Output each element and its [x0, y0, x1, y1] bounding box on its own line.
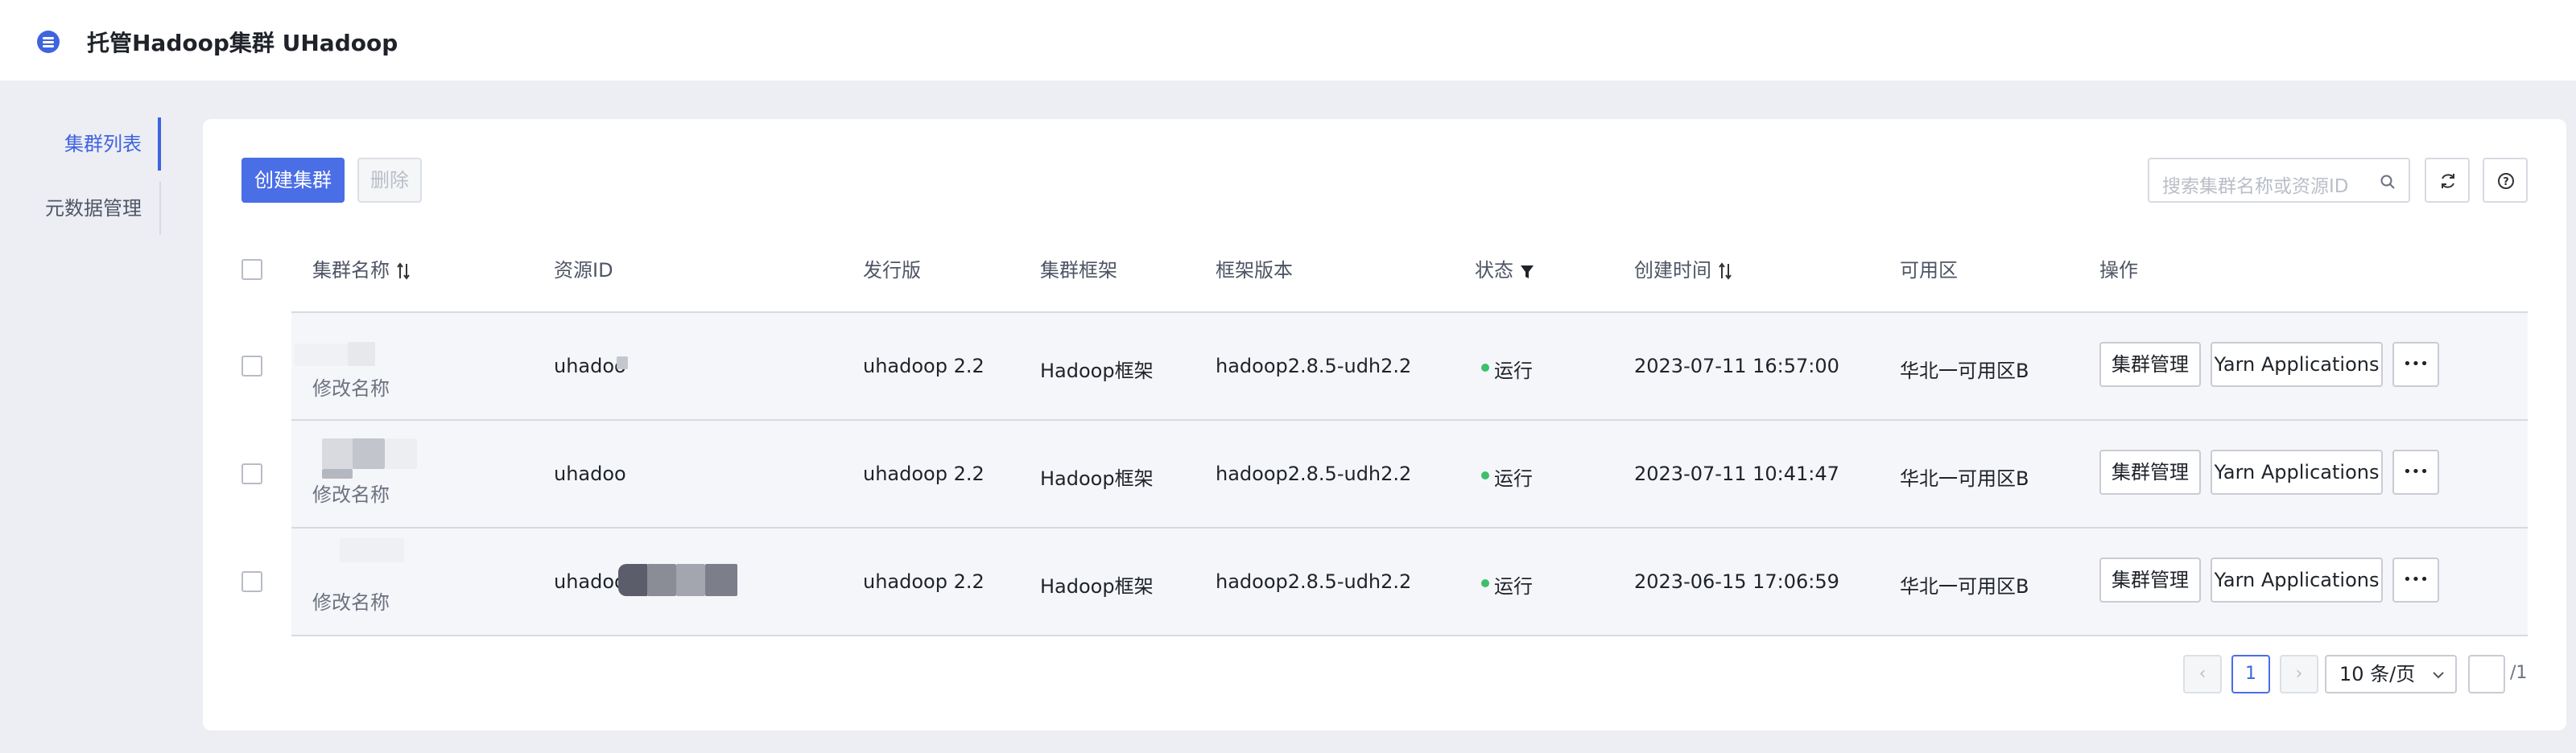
more-button[interactable]: •••: [2392, 558, 2439, 603]
table-row: 修改名称 uhadoo uhadoop 2.2 Hadoop框架 hadoop2…: [291, 313, 2528, 421]
sort-icon[interactable]: [1718, 262, 1732, 280]
more-button[interactable]: •••: [2392, 450, 2439, 495]
framework: Hadoop框架: [1040, 467, 1154, 490]
column-header-status[interactable]: 状态: [1475, 254, 1534, 286]
chevron-down-icon: [2433, 672, 2444, 679]
page-jump-input[interactable]: [2468, 655, 2505, 693]
select-all-checkbox[interactable]: [242, 259, 262, 280]
row-checkbox[interactable]: [242, 356, 262, 376]
framework-version: hadoop2.8.5-udh2.2: [1216, 570, 1412, 593]
status-text: 运行: [1494, 575, 1533, 598]
column-header-actions: 操作: [2099, 259, 2138, 282]
release: uhadoop 2.2: [863, 355, 985, 377]
uhadoop-logo-icon: [37, 31, 60, 53]
release: uhadoop 2.2: [863, 463, 985, 485]
filter-icon[interactable]: [1520, 264, 1534, 280]
sort-icon[interactable]: [396, 262, 411, 280]
redacted-name: [340, 538, 404, 562]
zone: 华北一可用区B: [1900, 575, 2029, 598]
column-header-created[interactable]: 创建时间: [1634, 254, 1732, 286]
app-title: 托管Hadoop集群 UHadoop: [87, 30, 398, 56]
created-time: 2023-07-11 16:57:00: [1634, 355, 1839, 377]
page-size-label: 10 条/页: [2339, 663, 2416, 685]
total-pages: /1: [2510, 663, 2528, 683]
framework-version: hadoop2.8.5-udh2.2: [1216, 355, 1412, 377]
search-placeholder: 搜索集群名称或资源ID: [2162, 176, 2349, 197]
column-header-release: 发行版: [863, 259, 921, 282]
prev-page-button[interactable]: ‹: [2183, 655, 2222, 693]
column-header-framework-version: 框架版本: [1216, 259, 1293, 282]
rename-link[interactable]: 修改名称: [312, 479, 390, 507]
status-dot: [1481, 471, 1489, 479]
cluster-manage-button[interactable]: 集群管理: [2099, 558, 2201, 603]
column-header-zone: 可用区: [1900, 259, 1958, 282]
cluster-manage-button[interactable]: 集群管理: [2099, 450, 2201, 495]
row-checkbox[interactable]: [242, 571, 262, 592]
top-bar: 托管Hadoop集群 UHadoop: [0, 0, 2576, 80]
sidebar-item-cluster-list[interactable]: 集群列表: [0, 117, 161, 171]
zone: 华北一可用区B: [1900, 467, 2029, 490]
column-header-framework: 集群框架: [1040, 259, 1117, 282]
column-header-resource-id: 资源ID: [554, 259, 613, 282]
svg-text:?: ?: [2503, 176, 2509, 188]
zone: 华北一可用区B: [1900, 360, 2029, 382]
framework: Hadoop框架: [1040, 575, 1154, 598]
row-checkbox[interactable]: [242, 463, 262, 484]
table-row: 修改名称 uhadoo uhadoop 2.2 Hadoop框架 hadoop2…: [291, 529, 2528, 636]
cluster-manage-button[interactable]: 集群管理: [2099, 342, 2201, 387]
framework: Hadoop框架: [1040, 360, 1154, 382]
more-button[interactable]: •••: [2392, 342, 2439, 387]
status-text: 运行: [1494, 467, 1533, 490]
search-icon[interactable]: [2380, 172, 2396, 189]
yarn-applications-button[interactable]: Yarn Applications: [2211, 558, 2383, 603]
table-row: 修改名称 uhadoo uhadoop 2.2 Hadoop框架 hadoop2…: [291, 421, 2528, 529]
yarn-applications-button[interactable]: Yarn Applications: [2211, 450, 2383, 495]
side-nav: 集群列表 元数据管理: [0, 117, 161, 235]
help-button[interactable]: ?: [2483, 158, 2528, 203]
created-time: 2023-06-15 17:06:59: [1634, 570, 1839, 593]
rename-link[interactable]: 修改名称: [312, 586, 390, 615]
sidebar-item-metadata[interactable]: 元数据管理: [0, 182, 161, 235]
refresh-button[interactable]: [2425, 158, 2470, 203]
status-dot: [1481, 364, 1489, 372]
resource-id: uhadoo: [554, 463, 626, 485]
column-header-name[interactable]: 集群名称: [312, 254, 411, 286]
yarn-applications-button[interactable]: Yarn Applications: [2211, 342, 2383, 387]
resource-id: uhadoo: [554, 355, 626, 377]
rename-link[interactable]: 修改名称: [312, 372, 390, 401]
next-page-button[interactable]: ›: [2280, 655, 2318, 693]
current-page-button[interactable]: 1: [2231, 655, 2270, 693]
resource-id: uhadoo: [554, 570, 626, 593]
framework-version: hadoop2.8.5-udh2.2: [1216, 463, 1412, 485]
create-cluster-button[interactable]: 创建集群: [242, 158, 345, 203]
release: uhadoop 2.2: [863, 570, 985, 593]
delete-button[interactable]: 删除: [357, 158, 422, 203]
status-text: 运行: [1494, 360, 1533, 382]
search-input[interactable]: 搜索集群名称或资源ID: [2148, 158, 2410, 203]
status-dot: [1481, 579, 1489, 587]
created-time: 2023-07-11 10:41:47: [1634, 463, 1839, 485]
redacted-name: [322, 438, 354, 469]
page-size-select[interactable]: 10 条/页: [2325, 655, 2457, 693]
cluster-list-panel: 创建集群 删除 搜索集群名称或资源ID ? 集群名称 资源ID 发行版 集群框架…: [203, 119, 2566, 730]
